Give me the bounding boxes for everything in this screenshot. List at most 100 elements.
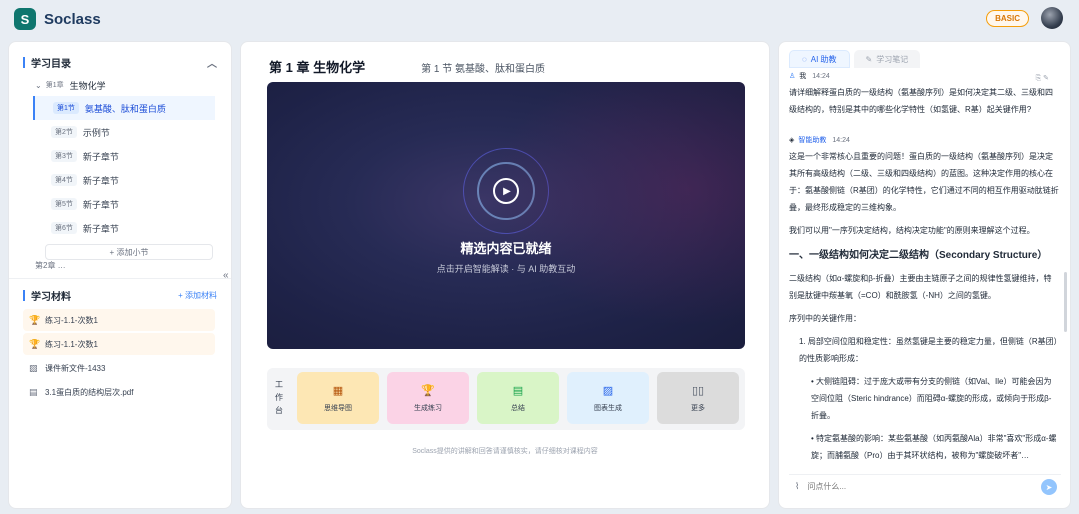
- section-tag: 第6节: [51, 222, 77, 234]
- section-list: 第1节 氨基酸、肽和蛋白质 第2节 示例节 第3节 新子章节 第4节 新子章节 第5节 新子章节第…: [9, 96, 231, 240]
- tool-label: 更多: [691, 404, 705, 412]
- workbench-label: 工作台: [275, 380, 283, 415]
- material-item[interactable]: 🏆 练习-1.1-次数1: [23, 333, 215, 355]
- video-player[interactable]: ▶ 精选内容已就绪 点击开启智能解读 · 与 AI 助教互动: [267, 82, 745, 349]
- outline-header[interactable]: 学习目录 ︿: [9, 50, 231, 74]
- image-icon: ▨: [602, 384, 614, 397]
- plan-badge[interactable]: BASIC: [986, 10, 1029, 27]
- accent-bar: [23, 56, 25, 68]
- chat-input[interactable]: [807, 482, 1008, 491]
- app-name[interactable]: Soclass: [44, 11, 101, 28]
- file-icon: ▤: [512, 384, 524, 397]
- book-icon: ▯▯: [691, 384, 705, 397]
- section-item[interactable]: 第4节 新子章节: [33, 168, 215, 192]
- chapter-tag: 第1章: [45, 82, 64, 89]
- grid-icon: ▦: [332, 384, 344, 397]
- breadcrumb: 第 1 章 生物化学 第 1 节 氨基酸、肽和蛋白质: [269, 57, 545, 76]
- disclaimer: Soclass提供的讲解和回答请谨慎核实，请仔细核对课程内容: [412, 448, 598, 455]
- section-tag: 第1节: [53, 102, 79, 114]
- section-tag: 第4节: [51, 174, 77, 186]
- user-message-meta: ♙ 我 14:24 ⎘ ✎: [789, 70, 1059, 83]
- tool-button[interactable]: ▨ 图表生成: [567, 372, 649, 424]
- chevron-down-icon[interactable]: ⌄: [35, 81, 42, 90]
- ai-sub-item: • 大侧链阻碍：过于庞大或带有分支的侧链（如Val、Ile）可能会因为空间位阻（…: [811, 377, 1052, 420]
- material-label: 3.1蛋白质的结构层次.pdf: [45, 387, 134, 397]
- section-item[interactable]: 第6节 新子章节: [33, 216, 215, 240]
- tool-button[interactable]: 🏆 生成练习: [387, 372, 469, 424]
- section-title: 新子章节: [82, 151, 119, 162]
- ai-list-title: 序列中的关键作用：: [789, 314, 861, 323]
- next-chapter-item[interactable]: 第2章 …: [9, 260, 231, 274]
- chat-input-row: ⌇ ➤: [789, 474, 1061, 498]
- message-actions-icon[interactable]: ⎘ ✎: [1036, 70, 1049, 87]
- doc-icon: ▤: [29, 386, 38, 397]
- user-message: 请详细解释蛋白质的一级结构（氨基酸序列）是如何决定其二级、三级和四级结构的，特别…: [789, 88, 1053, 114]
- tool-label: 生成练习: [414, 404, 442, 412]
- add-material-button[interactable]: + 添加材料: [178, 290, 217, 301]
- ai-paragraph: 这是一个非常核心且重要的问题！蛋白质的一级结构（氨基酸序列）是决定其所有高级结构…: [789, 152, 1059, 212]
- tool-button[interactable]: ▤ 总结: [477, 372, 559, 424]
- page-title: 第 1 章 生物化学: [269, 60, 366, 75]
- robot-icon: ◈: [789, 136, 795, 144]
- materials-title: 学习材料: [31, 291, 71, 303]
- material-label: 练习-1.1-次数1: [45, 315, 98, 325]
- material-item[interactable]: ▨ 课件新文件-1433: [23, 357, 215, 379]
- section-tag: 第2节: [51, 126, 77, 138]
- trophy-icon: 🏆: [29, 338, 41, 349]
- pencil-icon: ✎: [865, 54, 873, 64]
- collapse-sidebar-icon[interactable]: «: [223, 270, 229, 281]
- tab-study-notes[interactable]: ✎ 学习笔记: [853, 50, 921, 68]
- user-name: 我: [799, 72, 807, 80]
- logo-icon[interactable]: S: [14, 8, 36, 30]
- section-title: 新子章节: [82, 199, 119, 210]
- trophy-icon: 🏆: [421, 384, 435, 397]
- video-title: 精选内容已就绪: [460, 241, 552, 256]
- material-item[interactable]: ▤ 3.1蛋白质的结构层次.pdf: [23, 381, 215, 403]
- tool-button[interactable]: ▦ 思维导图: [297, 372, 379, 424]
- chevron-up-icon[interactable]: ︿: [207, 55, 217, 70]
- material-item[interactable]: 🏆 练习-1.1-次数1: [23, 309, 215, 331]
- chat-scrollbar[interactable]: [1064, 272, 1067, 332]
- workbench: 工作台 ▦ 思维导图 🏆 生成练习 ▤ 总结 ▨ 图表生成 ▯▯ 更多: [267, 368, 745, 430]
- ai-list-item: 1. 局部空间位阻和稳定性：虽然氢键是主要的稳定力量，但侧链（R基团）的性质影响…: [799, 337, 1058, 363]
- chapter-title: 生物化学: [69, 80, 106, 91]
- divider: [9, 278, 231, 279]
- add-section-button[interactable]: + 添加小节: [45, 244, 213, 260]
- section-item[interactable]: 第3节 新子章节: [33, 144, 215, 168]
- section-item[interactable]: 第2节 示例节: [33, 120, 215, 144]
- materials-header: 学习材料 + 添加材料: [9, 283, 231, 307]
- message-time: 14:24: [812, 72, 830, 80]
- tab-label: 学习笔记: [876, 54, 909, 64]
- chapter-item[interactable]: ⌄ 第1章 生物化学: [9, 74, 231, 96]
- material-label: 练习-1.1-次数1: [45, 339, 98, 349]
- section-item[interactable]: 第1节 氨基酸、肽和蛋白质: [33, 96, 215, 120]
- tool-label: 图表生成: [594, 404, 622, 412]
- image-icon: ▨: [29, 362, 38, 373]
- section-tag: 第3节: [51, 150, 77, 162]
- center-panel: 第 1 章 生物化学 第 1 节 氨基酸、肽和蛋白质 ▶ 精选内容已就绪 点击开…: [240, 41, 770, 509]
- top-bar: S Soclass BASIC: [0, 0, 1079, 38]
- send-button[interactable]: ➤: [1041, 479, 1057, 495]
- section-tag: 第5节: [51, 198, 77, 210]
- right-panel: ◌ AI 助教 ✎ 学习笔记 ♙ 我 14:24 ⎘ ✎ 请详细解释蛋白质的一级…: [778, 41, 1071, 509]
- material-label: 课件新文件-1433: [45, 363, 106, 373]
- left-panel: 学习目录 ︿ ⌄ 第1章 生物化学 第1节 氨基酸、肽和蛋白质 第2节 示例节 第3节新…: [8, 41, 232, 509]
- tab-ai-assistant[interactable]: ◌ AI 助教: [789, 50, 850, 68]
- tool-label: 总结: [511, 404, 525, 412]
- tab-label: AI 助教: [810, 54, 837, 64]
- section-title: 新子章节: [82, 223, 119, 234]
- section-title: 示例节: [82, 127, 110, 138]
- chat-messages[interactable]: ♙ 我 14:24 ⎘ ✎ 请详细解释蛋白质的一级结构（氨基酸序列）是如何决定其…: [789, 70, 1059, 470]
- chat-icon: ◌: [802, 54, 807, 64]
- tool-label: 思维导图: [324, 404, 352, 412]
- section-item[interactable]: 第5节 新子章节: [33, 192, 215, 216]
- outline-title: 学习目录: [31, 58, 71, 70]
- attach-icon[interactable]: ⌇: [795, 481, 799, 492]
- video-subtitle: 点击开启智能解读 · 与 AI 助教互动: [436, 264, 576, 274]
- tool-button[interactable]: ▯▯ 更多: [657, 372, 739, 424]
- ai-name: 智能助教: [798, 136, 827, 144]
- ai-sub-item: • 特定氨基酸的影响：某些氨基酸（如丙氨酸Ala）非常"喜欢"形成α-螺旋；而脯…: [811, 434, 1057, 460]
- avatar[interactable]: [1041, 7, 1063, 29]
- ai-message-meta: ◈ 智能助教 14:24: [789, 134, 1059, 146]
- play-icon[interactable]: ▶: [493, 178, 519, 204]
